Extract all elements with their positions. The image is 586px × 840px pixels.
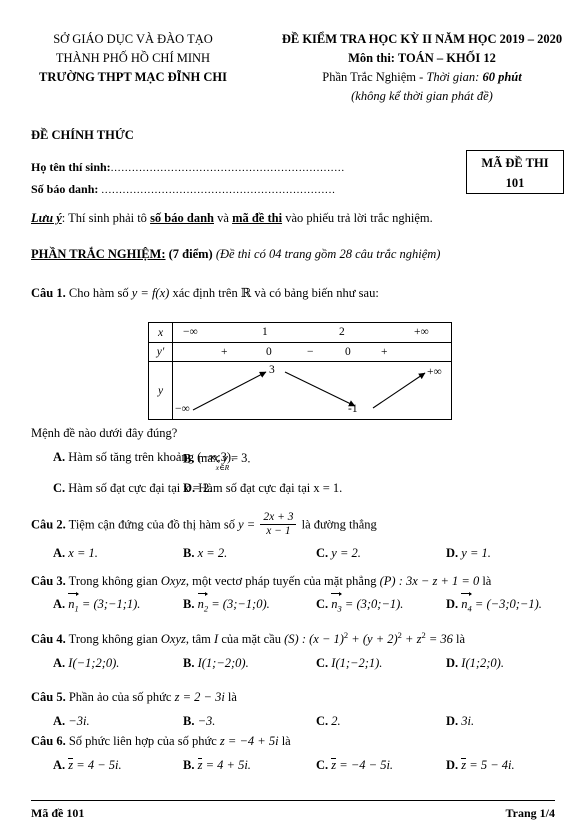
q3-option-c[interactable]: C. n3 = (3;0;−1). [316, 591, 403, 614]
q2-option-d[interactable]: D. y = 1. [446, 546, 491, 561]
variation-sign-0: + [221, 346, 228, 358]
student-name-label: Họ tên thí sinh: [31, 160, 111, 174]
official-exam-label: ĐỀ CHÍNH THỨC [31, 128, 134, 142]
variation-x-val-2: 2 [339, 326, 345, 338]
variation-sign-3: 0 [345, 346, 351, 358]
variation-row-yprime: y' + 0 − 0 + [149, 343, 451, 362]
variation-y-val-0: −∞ [175, 403, 190, 415]
variation-sign-4: + [381, 346, 388, 358]
exam-duration-note: (không kể thời gian phát đề) [351, 89, 493, 103]
vector-n3-icon: n3 [331, 591, 342, 614]
vector-n1-icon: n1 [68, 591, 79, 614]
school-name: TRƯỜNG THPT MẠC ĐĨNH CHI [39, 70, 227, 84]
exam-page: SỞ GIÁO DỤC VÀ ĐÀO TẠO THÀNH PHỐ HỒ CHÍ … [0, 0, 586, 840]
student-id-field[interactable]: Số báo danh: ...........................… [31, 182, 336, 197]
q1-real-set: ℝ [240, 286, 252, 300]
exam-title: ĐỀ KIỂM TRA HỌC KỲ II NĂM HỌC 2019 – 202… [281, 32, 563, 46]
q5-option-d[interactable]: D. 3i. [446, 714, 474, 729]
variation-label-yprime: y' [149, 343, 173, 361]
variation-sign-1: 0 [266, 346, 272, 358]
q3-option-b[interactable]: B. n2 = (3;−1;0). [183, 591, 270, 614]
variation-y-val-1: 3 [269, 364, 275, 376]
variation-x-val-1: 1 [262, 326, 268, 338]
q6-option-a[interactable]: A. z = 4 − 5i. [53, 758, 122, 773]
section-points: (7 điểm) [165, 247, 216, 261]
footer-page-number: Trang 1/4 [505, 806, 555, 820]
q2-option-a[interactable]: A. x = 1. [53, 546, 98, 561]
variation-y-val-2: -1 [348, 403, 358, 415]
header-left-block: SỞ GIÁO DỤC VÀ ĐÀO TẠO THÀNH PHỐ HỒ CHÍ … [0, 30, 258, 106]
question-6-stem: Câu 6. Số phức liên hợp của số phức z = … [31, 734, 291, 748]
question-2-stem: Câu 2. Tiệm cận đứng của đồ thị hàm số y… [31, 511, 377, 538]
variation-label-x: x [149, 323, 173, 342]
variation-row-y: y −∞ 3 -1 +∞ [149, 362, 451, 419]
section-title: PHẦN TRẮC NGHIỆM: [31, 247, 166, 261]
q5-option-c[interactable]: C. 2. [316, 714, 341, 729]
q2-option-b[interactable]: B. x = 2. [183, 546, 227, 561]
instruction-note: Lưu ý: Thí sinh phải tô số báo danh và m… [31, 211, 433, 225]
variation-row-x: x −∞ 1 2 +∞ [149, 323, 451, 343]
student-id-dots: ........................................… [101, 184, 336, 196]
q6-option-b[interactable]: B. z = 4 + 5i. [183, 758, 251, 773]
department-name: SỞ GIÁO DỤC VÀ ĐÀO TẠO [53, 32, 213, 46]
q4-option-c[interactable]: C. I(1;−2;1). [316, 656, 382, 671]
q6-option-d[interactable]: D. z = 5 − 4i. [446, 758, 515, 773]
footer-exam-code: Mã đề 101 [31, 806, 85, 820]
note-emphasis-id: số báo danh [150, 211, 214, 225]
student-name-dots: ........................................… [110, 162, 345, 174]
variation-x-val-3: +∞ [414, 326, 429, 338]
city-name: THÀNH PHỐ HỒ CHÍ MINH [55, 51, 211, 65]
vector-n2-icon: n2 [197, 591, 209, 614]
section-description: (Đề thi có 04 trang gồm 28 câu trắc nghi… [215, 247, 441, 261]
question-3-stem: Câu 3. Trong không gian Oxyz, một vectơ … [31, 574, 492, 588]
q4-option-b[interactable]: B. I(1;−2;0). [183, 656, 249, 671]
q2-option-c[interactable]: C. y = 2. [316, 546, 361, 561]
document-header: SỞ GIÁO DỤC VÀ ĐÀO TẠO THÀNH PHỐ HỒ CHÍ … [0, 30, 586, 106]
q4-option-a[interactable]: A. I(−1;2;0). [53, 656, 119, 671]
note-emphasis-code: mã đề thi [232, 211, 283, 225]
variation-x-val-0: −∞ [183, 326, 198, 338]
student-name-field[interactable]: Họ tên thí sinh:........................… [31, 160, 345, 175]
q2-fraction: 2x + 3x − 1 [260, 511, 297, 538]
exam-code-title: MÃ ĐỀ THI [481, 156, 549, 170]
exam-subject: Môn thi: TOÁN – KHỐI 12 [348, 51, 496, 65]
footer-divider [31, 800, 555, 801]
vector-n4-icon: n4 [461, 591, 472, 614]
variation-label-y: y [149, 362, 173, 419]
variation-table: x −∞ 1 2 +∞ y' + 0 − 0 + y −∞ 3 -1 +∞ [148, 322, 452, 420]
max-operator: max y = 3 x∈R [197, 451, 248, 472]
q5-option-b[interactable]: B. −3. [183, 714, 215, 729]
question-1-prompt: Mệnh đề nào dưới đây đúng? [31, 426, 178, 440]
section-heading: PHẦN TRẮC NGHIỆM: (7 điểm) (Đề thi có 04… [31, 247, 440, 262]
q3-option-a[interactable]: A. n1 = (3;−1;1). [53, 591, 140, 614]
q1-option-b[interactable]: B. max y = 3 x∈R . [183, 450, 251, 472]
header-right-block: ĐỀ KIỂM TRA HỌC KỲ II NĂM HỌC 2019 – 202… [258, 30, 586, 106]
q3-option-d[interactable]: D. n4 = (−3;0;−1). [446, 591, 542, 614]
question-4-stem: Câu 4. Trong không gian Oxyz, tâm I của … [31, 629, 466, 646]
student-id-label: Số báo danh: [31, 182, 102, 196]
question-5-stem: Câu 5. Phần ảo của số phức z = 2 − 3i là [31, 690, 237, 704]
variation-arrows [192, 371, 426, 411]
q4-option-d[interactable]: D. I(1;2;0). [446, 656, 504, 671]
exam-code-value: 101 [505, 176, 525, 190]
variation-y-val-3: +∞ [427, 366, 442, 378]
exam-duration-line: Phần Trắc Nghiệm - Thời gian: 60 phút [322, 70, 522, 84]
q1-function-notation: y = f(x) [131, 286, 170, 300]
q5-option-a[interactable]: A. −3i. [53, 714, 90, 729]
q6-option-c[interactable]: C. z = −4 − 5i. [316, 758, 393, 773]
exam-code-box: MÃ ĐỀ THI 101 [466, 150, 564, 194]
variation-sign-2: − [307, 346, 314, 358]
note-prefix: Lưu ý [31, 211, 62, 225]
question-1-stem: Câu 1. Cho hàm số y = f(x) xác định trên… [31, 286, 379, 300]
q1-option-d[interactable]: D. Hàm số đạt cực đại tại x = 1. [183, 481, 342, 496]
